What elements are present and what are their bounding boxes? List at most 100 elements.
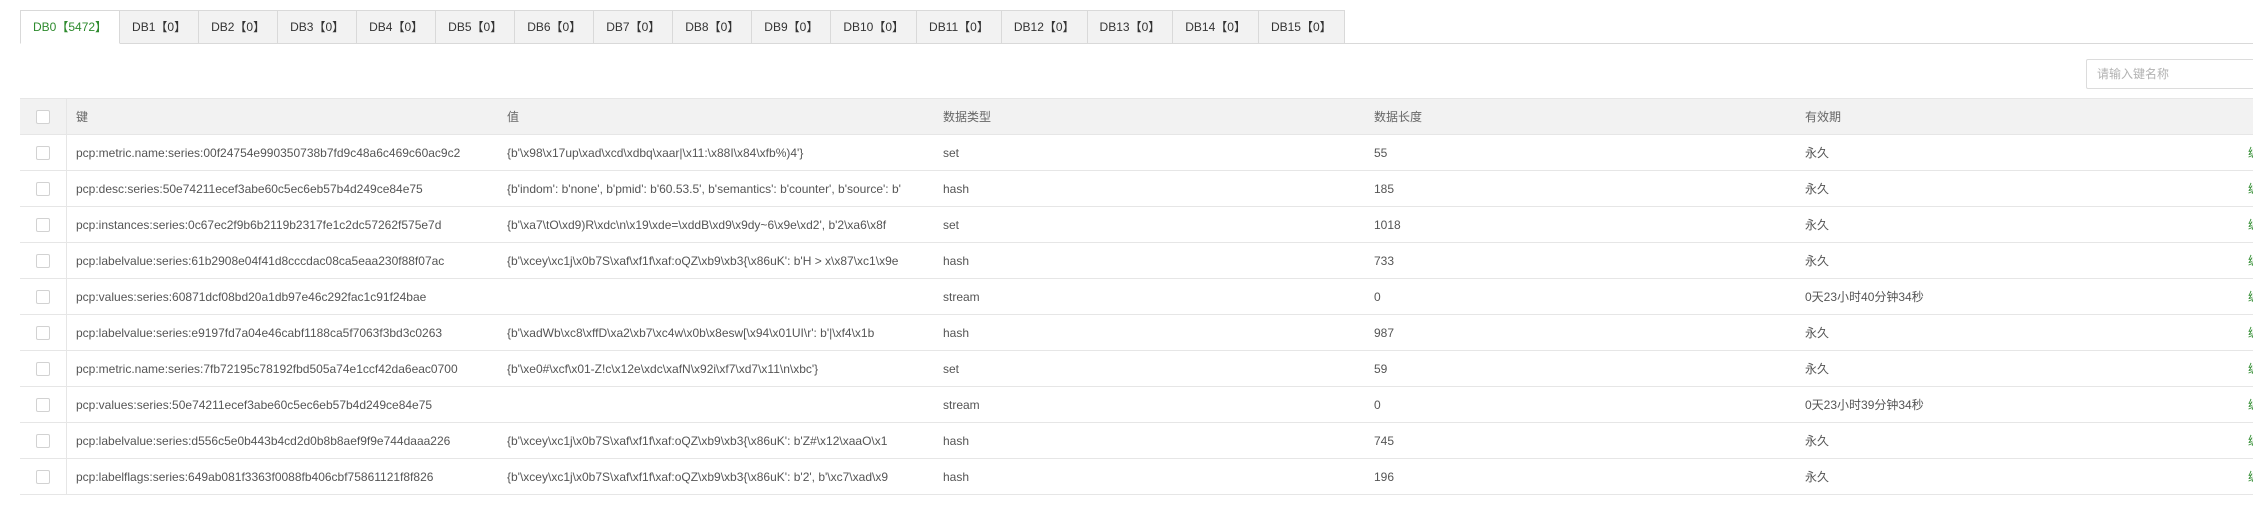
type-cell: stream bbox=[943, 398, 980, 412]
key-cell: pcp:metric.name:series:00f24754e99035073… bbox=[76, 146, 461, 160]
edit-link[interactable]: 编 bbox=[2248, 387, 2253, 423]
tab-db3[interactable]: DB3【0】 bbox=[277, 10, 358, 44]
column-divider bbox=[66, 279, 67, 314]
column-header-length: 数据长度 bbox=[1374, 110, 1423, 124]
tab-db12[interactable]: DB12【0】 bbox=[1000, 10, 1088, 44]
edit-link[interactable]: 编 bbox=[2248, 351, 2253, 387]
row-select-cell bbox=[20, 351, 66, 387]
table-row[interactable]: pcp:values:series:60871dcf08bd20a1db97e4… bbox=[20, 279, 2253, 315]
table-row[interactable]: pcp:instances:series:0c67ec2f9b6b2119b23… bbox=[20, 207, 2253, 243]
key-cell: pcp:labelflags:series:649ab081f3363f0088… bbox=[76, 470, 434, 484]
edit-link[interactable]: 编 bbox=[2248, 423, 2253, 459]
value-cell bbox=[497, 387, 952, 423]
tab-db5[interactable]: DB5【0】 bbox=[435, 10, 516, 44]
edit-link[interactable]: 编 bbox=[2248, 207, 2253, 243]
table-row[interactable]: pcp:labelvalue:series:d556c5e0b443b4cd2d… bbox=[20, 423, 2253, 459]
tab-db0[interactable]: DB0【5472】 bbox=[20, 10, 121, 44]
key-cell: pcp:values:series:60871dcf08bd20a1db97e4… bbox=[76, 290, 427, 304]
row-checkbox[interactable] bbox=[36, 469, 50, 484]
type-cell: set bbox=[943, 146, 960, 160]
edit-link[interactable]: 编 bbox=[2248, 279, 2253, 315]
table-row[interactable]: pcp:values:series:50e74211ecef3abe60c5ec… bbox=[20, 387, 2253, 423]
column-header-value: 值 bbox=[507, 110, 520, 124]
tab-db4[interactable]: DB4【0】 bbox=[356, 10, 437, 44]
row-checkbox[interactable] bbox=[36, 217, 50, 232]
value-cell: {b'\xcey\xc1j\x0b7S\xaf\xf1f\xaf:oQZ\xb9… bbox=[507, 434, 888, 448]
value-cell: {b'\xa7\tO\xd9)R\xdc\n\x19\xde=\xddB\xd9… bbox=[507, 218, 887, 232]
row-checkbox[interactable] bbox=[36, 181, 50, 196]
key-cell: pcp:desc:series:50e74211ecef3abe60c5ec6e… bbox=[76, 182, 423, 196]
tab-db15[interactable]: DB15【0】 bbox=[1257, 10, 1345, 44]
tab-db1[interactable]: DB1【0】 bbox=[119, 10, 200, 44]
key-search-input[interactable] bbox=[2086, 59, 2253, 89]
tab-db8[interactable]: DB8【0】 bbox=[672, 10, 753, 44]
value-cell bbox=[497, 279, 952, 315]
type-cell: stream bbox=[943, 290, 980, 304]
key-cell: pcp:values:series:50e74211ecef3abe60c5ec… bbox=[76, 398, 433, 412]
ttl-cell: 0天23小时40分钟34秒 bbox=[1805, 290, 1924, 304]
row-select-cell bbox=[20, 243, 66, 279]
column-divider bbox=[66, 243, 67, 278]
edit-link[interactable]: 编 bbox=[2248, 135, 2253, 171]
ttl-cell: 永久 bbox=[1805, 434, 1830, 448]
edit-link[interactable]: 编 bbox=[2248, 459, 2253, 495]
tab-db6[interactable]: DB6【0】 bbox=[514, 10, 595, 44]
redis-key-browser: DB0【5472】 DB1【0】 DB2【0】 DB3【0】 DB4【0】 DB5【0】 D… bbox=[0, 0, 2253, 511]
key-cell: pcp:instances:series:0c67ec2f9b6b2119b23… bbox=[76, 218, 442, 232]
tab-db13[interactable]: DB13【0】 bbox=[1086, 10, 1174, 44]
column-divider bbox=[66, 207, 67, 242]
column-divider bbox=[66, 459, 67, 494]
length-cell: 59 bbox=[1374, 362, 1388, 376]
value-cell: {b'\xadWb\xc8\xffD\xa2\xb7\xc4w\x0b\x8es… bbox=[507, 326, 875, 340]
row-checkbox[interactable] bbox=[36, 289, 50, 304]
database-tabs: DB0【5472】 DB1【0】 DB2【0】 DB3【0】 DB4【0】 DB5【0】 D… bbox=[20, 10, 1345, 44]
row-checkbox[interactable] bbox=[36, 253, 50, 268]
ttl-cell: 永久 bbox=[1805, 254, 1830, 268]
key-cell: pcp:labelvalue:series:d556c5e0b443b4cd2d… bbox=[76, 434, 451, 448]
length-cell: 55 bbox=[1374, 146, 1388, 160]
tab-db14[interactable]: DB14【0】 bbox=[1172, 10, 1259, 44]
row-select-cell bbox=[20, 171, 66, 207]
row-select-cell bbox=[20, 423, 66, 459]
length-cell: 0 bbox=[1374, 398, 1381, 412]
ttl-cell: 永久 bbox=[1805, 470, 1830, 484]
type-cell: set bbox=[943, 218, 960, 232]
column-divider bbox=[66, 99, 67, 134]
column-divider bbox=[66, 423, 67, 458]
column-header-type: 数据类型 bbox=[943, 110, 992, 124]
table-row[interactable]: pcp:desc:series:50e74211ecef3abe60c5ec6e… bbox=[20, 171, 2253, 207]
row-checkbox[interactable] bbox=[36, 145, 50, 160]
tab-db7[interactable]: DB7【0】 bbox=[593, 10, 674, 44]
table-row[interactable]: pcp:metric.name:series:7fb72195c78192fbd… bbox=[20, 351, 2253, 387]
length-cell: 987 bbox=[1374, 326, 1395, 340]
table-row[interactable]: pcp:labelvalue:series:61b2908e04f41d8ccc… bbox=[20, 243, 2253, 279]
table-row[interactable]: pcp:metric.name:series:00f24754e99035073… bbox=[20, 135, 2253, 171]
table-row[interactable]: pcp:labelflags:series:649ab081f3363f0088… bbox=[20, 459, 2253, 495]
row-select-cell bbox=[20, 207, 66, 243]
edit-link[interactable]: 编 bbox=[2248, 315, 2253, 351]
value-cell: {b'indom': b'none', b'pmid': b'60.53.5',… bbox=[507, 182, 901, 196]
value-cell: {b'\xcey\xc1j\x0b7S\xaf\xf1f\xaf:oQZ\xb9… bbox=[507, 470, 888, 484]
type-cell: hash bbox=[943, 434, 970, 448]
row-checkbox[interactable] bbox=[36, 361, 50, 376]
table-row[interactable]: pcp:labelvalue:series:e9197fd7a04e46cabf… bbox=[20, 315, 2253, 351]
type-cell: set bbox=[943, 362, 960, 376]
type-cell: hash bbox=[943, 182, 970, 196]
select-all-checkbox[interactable] bbox=[36, 109, 50, 124]
ttl-cell: 永久 bbox=[1805, 326, 1830, 340]
ttl-cell: 永久 bbox=[1805, 362, 1830, 376]
tab-db9[interactable]: DB9【0】 bbox=[751, 10, 832, 44]
row-select-cell bbox=[20, 387, 66, 423]
ttl-cell: 永久 bbox=[1805, 218, 1830, 232]
row-select-cell bbox=[20, 459, 66, 495]
column-header-key: 键 bbox=[76, 110, 89, 124]
row-checkbox[interactable] bbox=[36, 433, 50, 448]
row-checkbox[interactable] bbox=[36, 325, 50, 340]
tab-db11[interactable]: DB11【0】 bbox=[916, 10, 1002, 44]
length-cell: 733 bbox=[1374, 254, 1395, 268]
tab-db2[interactable]: DB2【0】 bbox=[198, 10, 279, 44]
edit-link[interactable]: 编 bbox=[2248, 171, 2253, 207]
tab-db10[interactable]: DB10【0】 bbox=[830, 10, 918, 44]
edit-link[interactable]: 编 bbox=[2248, 243, 2253, 279]
row-checkbox[interactable] bbox=[36, 397, 50, 412]
